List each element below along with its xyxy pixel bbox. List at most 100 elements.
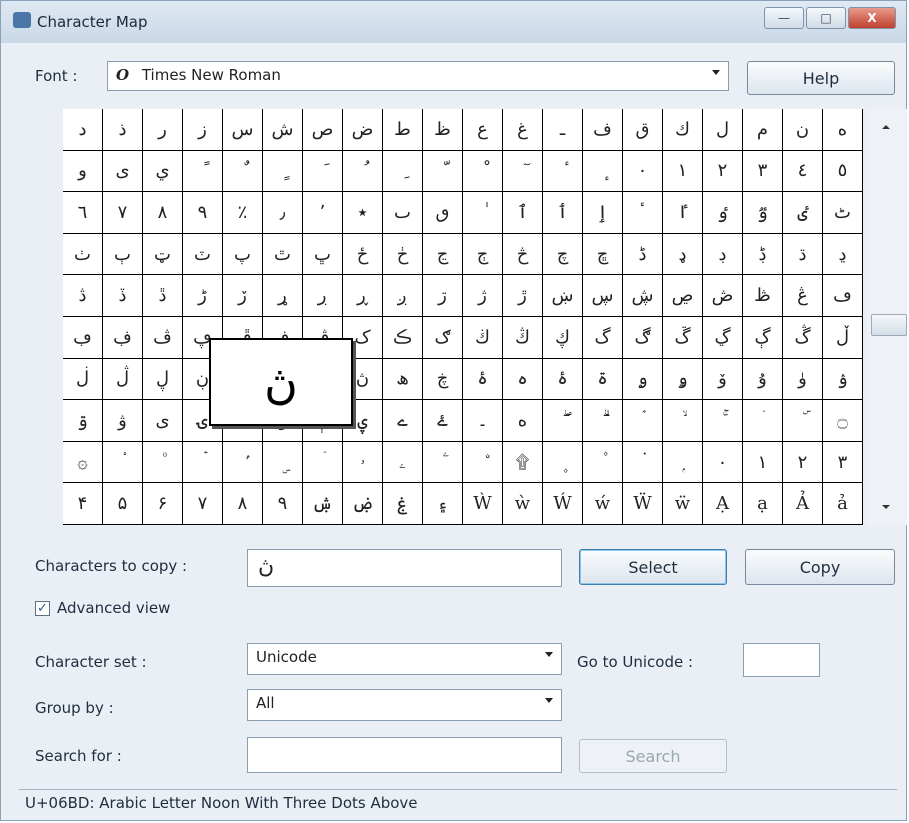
character-cell[interactable]: ۈ [783, 358, 822, 400]
character-cell[interactable]: ۋ [103, 400, 142, 441]
character-cell[interactable]: ۖ [543, 400, 582, 441]
character-cell[interactable]: ٲ [543, 192, 582, 233]
character-cell[interactable]: ی [143, 400, 182, 441]
maximize-button[interactable]: □ [806, 7, 846, 29]
character-cell[interactable]: ڮ [543, 316, 582, 358]
character-cell[interactable]: ۄ [623, 358, 662, 400]
character-cell[interactable]: ډ [663, 233, 702, 275]
character-cell[interactable]: ڋ [743, 233, 782, 275]
character-cell[interactable]: ۵ [103, 483, 142, 524]
character-cell[interactable]: ى [103, 150, 142, 192]
character-cell[interactable]: ٤ [783, 150, 822, 192]
character-cell[interactable]: ف [583, 109, 622, 150]
character-cell[interactable]: ٠ [623, 150, 662, 192]
character-cell[interactable]: پ [223, 233, 262, 275]
character-cell[interactable]: ڤ [143, 316, 182, 358]
character-cell[interactable]: ر [143, 109, 182, 150]
go-to-unicode-input[interactable] [743, 643, 820, 677]
character-cell[interactable]: ۂ [543, 358, 582, 400]
character-cell[interactable]: ۢ [223, 441, 262, 483]
character-cell[interactable]: ٫ [263, 192, 302, 233]
character-cell[interactable]: ڎ [63, 275, 102, 316]
character-cell[interactable]: ٽ [183, 233, 222, 275]
character-cell[interactable]: ڰ [623, 316, 662, 358]
scroll-down-arrow-icon[interactable] [882, 505, 890, 509]
character-cell[interactable]: ه [823, 109, 862, 150]
character-cell[interactable]: ڵ [823, 316, 862, 358]
character-cell[interactable]: و [63, 150, 102, 192]
scrollbar-thumb[interactable] [871, 314, 907, 336]
character-cell[interactable]: ٴ [623, 192, 662, 233]
character-cell[interactable]: ڜ [623, 275, 662, 316]
character-cell[interactable]: ڭ [503, 316, 542, 358]
character-cell[interactable]: ٨ [143, 192, 182, 233]
character-cell[interactable]: َ [303, 150, 342, 192]
help-button[interactable]: Help [747, 61, 895, 95]
character-cell[interactable]: م [743, 109, 782, 150]
character-cell[interactable]: ڝ [663, 275, 702, 316]
character-cell[interactable]: ۲ [783, 441, 822, 483]
character-cell[interactable]: ژ [463, 275, 502, 316]
character-cell[interactable]: ڗ [423, 275, 462, 316]
character-cell[interactable]: چ [543, 233, 582, 275]
character-cell[interactable]: ả [823, 483, 862, 524]
character-cell[interactable]: ګ [423, 316, 462, 358]
character-cell[interactable]: ڏ [103, 275, 142, 316]
character-cell[interactable]: ٧ [103, 192, 142, 233]
copy-button[interactable]: Copy [745, 549, 895, 585]
character-cell[interactable]: ۨ [463, 441, 502, 483]
character-cell[interactable]: ۠ [143, 441, 182, 483]
character-cell[interactable]: ٹ [823, 192, 862, 233]
close-button[interactable]: X [848, 7, 896, 29]
character-cell[interactable]: ّ [423, 150, 462, 192]
character-cell[interactable]: ڶ [63, 358, 102, 400]
character-cell[interactable]: ړ [263, 275, 302, 316]
character-cell[interactable]: ٸ [783, 192, 822, 233]
character-cell[interactable]: ڑ [183, 275, 222, 316]
character-cell[interactable]: ڒ [223, 275, 262, 316]
character-cell[interactable]: ِ [383, 150, 422, 192]
character-cell[interactable]: ۊ [63, 400, 102, 441]
character-cell[interactable]: ۇ [743, 358, 782, 400]
character-cell[interactable]: ع [463, 109, 502, 150]
character-cell[interactable]: ٓ [503, 150, 542, 192]
character-cell[interactable]: ڢ [63, 316, 102, 358]
character-cell[interactable]: ھ [383, 358, 422, 400]
character-cell[interactable]: ۞ [63, 441, 102, 483]
character-cell[interactable]: ښ [543, 275, 582, 316]
character-cell[interactable]: ق [623, 109, 662, 150]
character-cell[interactable]: ٔ [543, 150, 582, 192]
character-cell[interactable]: ڱ [663, 316, 702, 358]
character-cell[interactable]: ڟ [743, 275, 782, 316]
character-cell[interactable]: ص [303, 109, 342, 150]
character-cell[interactable]: ڍ [823, 233, 862, 275]
character-cell[interactable]: ټ [143, 233, 182, 275]
character-cell[interactable]: ٶ [703, 192, 742, 233]
character-cell[interactable]: ك [663, 109, 702, 150]
character-cell[interactable]: ۣ [263, 441, 302, 483]
character-cell[interactable]: ڸ [143, 358, 182, 400]
character-cell[interactable]: گ [583, 316, 622, 358]
character-cell[interactable]: ٌ [223, 150, 262, 192]
character-cell[interactable]: ۀ [463, 358, 502, 400]
character-cell[interactable]: ڪ [383, 316, 422, 358]
character-cell[interactable]: ۸ [223, 483, 262, 524]
character-cell[interactable]: ۙ [663, 400, 702, 441]
character-cell[interactable]: ً [183, 150, 222, 192]
character-cell[interactable]: ڈ [623, 233, 662, 275]
advanced-view-checkbox[interactable]: ✓ [35, 601, 50, 616]
character-cell[interactable]: ڇ [583, 233, 622, 275]
character-cell[interactable]: ڂ [383, 233, 422, 275]
character-cell[interactable]: ۃ [583, 358, 622, 400]
character-cell[interactable]: ڌ [783, 233, 822, 275]
character-cell[interactable]: ۰ [703, 441, 742, 483]
character-cell[interactable]: ۥ [343, 441, 382, 483]
character-cell[interactable]: ۤ [303, 441, 342, 483]
character-cell[interactable]: ڞ [703, 275, 742, 316]
character-cell[interactable]: ڀ [303, 233, 342, 275]
character-cell[interactable]: ط [383, 109, 422, 150]
character-cell[interactable]: ۆ [703, 358, 742, 400]
character-cell[interactable]: ض [343, 109, 382, 150]
character-cell[interactable]: ٪ [223, 192, 262, 233]
character-cell[interactable]: ۳ [823, 441, 862, 483]
